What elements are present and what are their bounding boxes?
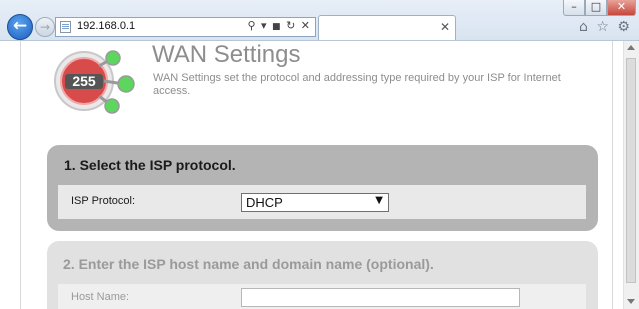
close-window-button[interactable]: ✕	[607, 0, 636, 16]
address-bar[interactable]: 192.168.0.1 ⚲ ▾ ■ ↻ ✕	[55, 17, 316, 37]
dropdown-icon[interactable]: ▾	[261, 19, 268, 32]
browser-tools: ⌂ ☆ ⚙	[579, 19, 634, 35]
forward-button[interactable]: →	[35, 17, 55, 37]
router-logo-icon: 255	[54, 50, 135, 114]
page-border-right	[612, 41, 613, 309]
home-icon[interactable]: ⌂	[579, 19, 588, 35]
address-bar-icons: ⚲ ▾ ■ ↻ ✕	[247, 19, 311, 32]
settings-icon[interactable]: ⚙	[617, 19, 630, 35]
favorites-icon[interactable]: ☆	[596, 19, 609, 35]
scroll-up-icon[interactable]	[627, 45, 635, 50]
host-name-row: Host Name:	[58, 284, 586, 309]
page-icon	[60, 21, 71, 33]
tab-close-icon[interactable]: ✕	[440, 20, 450, 34]
dropdown-arrow-icon[interactable]: ▼	[375, 195, 383, 206]
scroll-thumb[interactable]	[626, 58, 636, 283]
stop-icon[interactable]: ✕	[301, 19, 311, 32]
section-1-title: 1. Select the ISP protocol.	[64, 157, 236, 173]
browser-tab[interactable]: ✕	[318, 15, 456, 40]
isp-protocol-label: ISP Protocol:	[71, 195, 135, 207]
page-content: 255 WAN Settings WAN Settings set the pr…	[0, 41, 623, 309]
browser-toolbar: – □ ✕ ← → 192.168.0.1 ⚲ ▾ ■ ↻ ✕ ✕ ⌂ ☆ ⚙	[0, 0, 639, 41]
isp-protocol-value: DHCP	[246, 195, 283, 210]
lock-icon: ■	[272, 22, 282, 32]
maximize-button[interactable]: □	[585, 0, 607, 16]
page-title: WAN Settings	[152, 41, 301, 68]
isp-protocol-select[interactable]: DHCP ▼	[241, 193, 389, 212]
section-2-title: 2. Enter the ISP host name and domain na…	[63, 256, 434, 272]
search-icon[interactable]: ⚲	[247, 19, 256, 32]
host-domain-panel: 2. Enter the ISP host name and domain na…	[47, 241, 598, 309]
host-name-label: Host Name:	[71, 291, 130, 303]
page-border-left	[20, 41, 21, 309]
isp-protocol-panel: 1. Select the ISP protocol. ISP Protocol…	[47, 145, 598, 231]
isp-protocol-row: ISP Protocol: DHCP ▼	[58, 185, 586, 219]
refresh-icon[interactable]: ↻	[286, 19, 296, 32]
host-name-input[interactable]	[241, 288, 520, 307]
minimize-button[interactable]: –	[563, 0, 585, 16]
vertical-scrollbar[interactable]	[623, 41, 639, 309]
logo-text: 255	[72, 73, 96, 89]
page-description: WAN Settings set the protocol and addres…	[153, 72, 561, 97]
scroll-down-icon[interactable]	[627, 299, 635, 304]
back-button[interactable]: ←	[7, 14, 33, 40]
address-text[interactable]: 192.168.0.1	[77, 20, 135, 32]
